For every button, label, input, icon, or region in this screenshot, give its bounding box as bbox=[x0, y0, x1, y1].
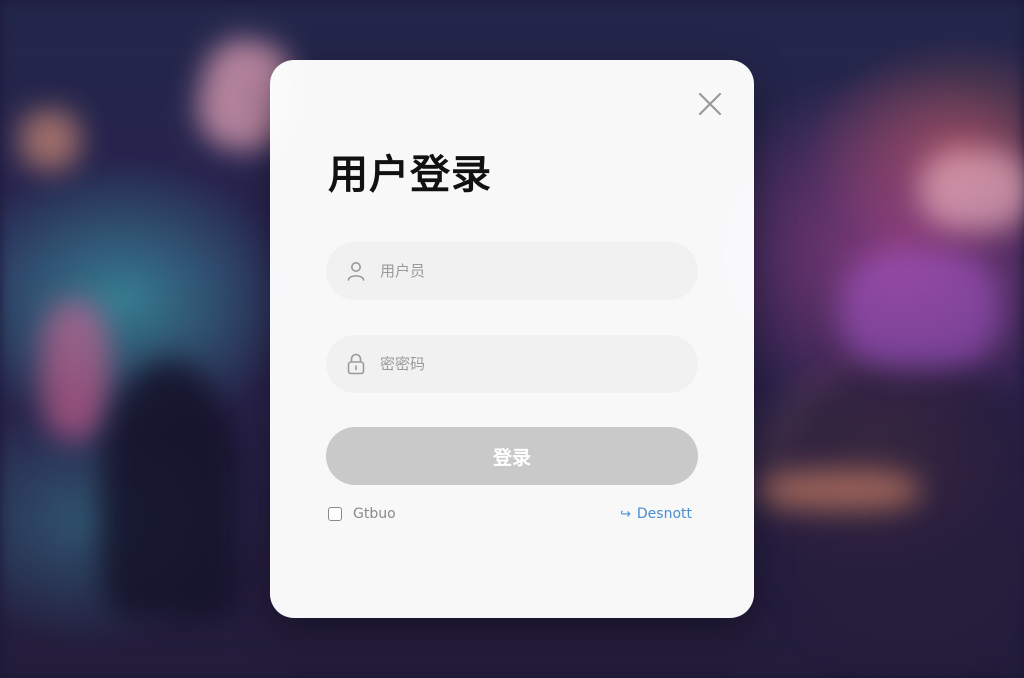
background-person-silhouette bbox=[100, 360, 240, 620]
remember-checkbox[interactable] bbox=[328, 507, 342, 521]
dialog-title: 用户登录 bbox=[328, 152, 492, 198]
login-dialog: 用户登录 登录 Gtbuo ↪ Desnott bbox=[270, 60, 754, 618]
close-button[interactable] bbox=[696, 90, 724, 118]
forgot-link-label: Desnott bbox=[636, 506, 692, 522]
background-neon-sign bbox=[840, 250, 1000, 370]
background-lamp bbox=[20, 110, 80, 170]
background-neon-panel bbox=[40, 300, 110, 440]
remember-label: Gtbuo bbox=[353, 506, 396, 522]
login-button[interactable]: 登录 bbox=[326, 427, 698, 485]
lock-icon bbox=[346, 353, 366, 375]
background-table-light bbox=[760, 470, 920, 510]
redirect-arrow-icon: ↪ bbox=[619, 506, 631, 522]
close-icon bbox=[698, 92, 722, 116]
forgot-password-link[interactable]: ↪ Desnott bbox=[620, 506, 692, 522]
background-people-group bbox=[780, 360, 1024, 660]
password-field[interactable] bbox=[326, 335, 698, 393]
user-icon bbox=[346, 260, 366, 282]
background-tv-screen bbox=[920, 150, 1024, 230]
remember-option[interactable]: Gtbuo bbox=[328, 506, 396, 522]
username-field[interactable] bbox=[326, 242, 698, 300]
username-input[interactable] bbox=[378, 261, 698, 281]
password-input[interactable] bbox=[378, 354, 698, 374]
